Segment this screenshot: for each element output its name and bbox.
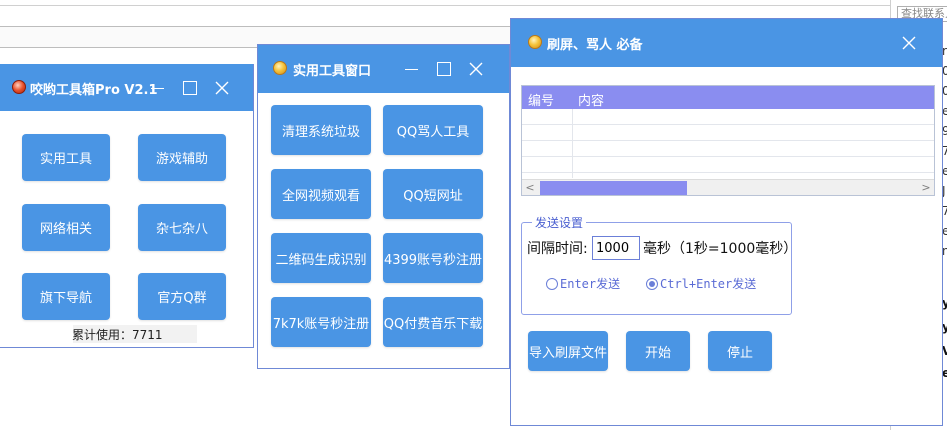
enter-send-label: Enter发送 [560,277,621,291]
qq-curse-tool-button[interactable]: QQ骂人工具 [383,105,483,155]
misc-button[interactable]: 杂七杂八 [138,204,226,251]
usage-label: 累计使用： [72,328,133,342]
close-icon [215,81,229,95]
radio-checked-icon [646,278,658,290]
game-assist-button[interactable]: 游戏辅助 [138,134,226,181]
usage-counter: 累计使用：7711 [72,326,163,343]
table-header: 编号 内容 [522,86,934,109]
window-title: 咬哟工具箱Pro V2.1 [30,83,158,98]
tools-window-titlebar[interactable]: 实用工具窗口 [258,45,509,93]
horizontal-scrollbar[interactable]: < > [522,179,934,195]
stop-button[interactable]: 停止 [708,331,772,371]
scroll-left-icon[interactable]: < [522,180,538,195]
table-row[interactable] [522,141,934,157]
video-watch-button[interactable]: 全网视频观看 [271,169,371,219]
close-button[interactable] [210,76,234,100]
start-button[interactable]: 开始 [626,331,690,371]
official-qq-group-button[interactable]: 官方Q群 [138,273,226,320]
table-row[interactable] [522,125,934,141]
window-title: 实用工具窗口 [293,64,372,79]
tools-window: 实用工具窗口 清理系统垃圾 QQ骂人工具 全网视频观看 QQ短网址 二维码生成识… [257,44,510,369]
table-row[interactable] [522,157,934,173]
navigation-button[interactable]: 旗下导航 [22,273,110,320]
send-settings-group: 发送设置 间隔时间: 毫秒（1秒=1000毫秒） Enter发送 Ctrl+En… [521,214,797,315]
close-button[interactable] [897,31,921,55]
close-icon [902,36,916,50]
ctrl-enter-send-label: Ctrl+Enter发送 [660,277,757,291]
column-divider [572,109,573,178]
main-window-titlebar[interactable]: 咬哟工具箱Pro V2.1 [0,64,253,111]
maximize-button[interactable] [432,57,456,81]
interval-unit: 毫秒（1秒=1000毫秒） [643,241,798,257]
practical-tools-button[interactable]: 实用工具 [22,134,110,181]
spam-window-titlebar[interactable]: 刷屏、骂人 必备 [511,19,942,67]
network-button[interactable]: 网络相关 [22,204,110,251]
enter-send-radio[interactable]: Enter发送 [546,275,620,292]
scroll-right-icon[interactable]: > [918,180,934,195]
column-header-number[interactable]: 编号 [528,90,554,109]
minimize-button[interactable] [146,76,170,100]
qrcode-button[interactable]: 二维码生成识别 [271,233,371,283]
7k7k-register-button[interactable]: 7k7k账号秒注册 [271,297,371,347]
qq-short-url-button[interactable]: QQ短网址 [383,169,483,219]
clean-junk-button[interactable]: 清理系统垃圾 [271,105,371,155]
usage-count: 7711 [132,328,163,342]
close-button[interactable] [464,57,488,81]
minimize-button[interactable] [400,57,424,81]
spam-window: 刷屏、骂人 必备 编号 内容 < > 发送设置 间隔时间: 毫秒（1秒=1000… [510,18,943,426]
app-logo-icon [12,80,26,94]
background-top-line [0,0,890,6]
content-table[interactable]: 编号 内容 < > [521,85,935,196]
4399-register-button[interactable]: 4399账号秒注册 [383,233,483,283]
send-settings-legend: 发送设置 [532,214,587,231]
close-icon [469,62,483,76]
interval-input[interactable] [592,236,640,260]
app-logo-icon [273,61,287,75]
ctrl-enter-send-radio[interactable]: Ctrl+Enter发送 [646,275,756,292]
import-file-button[interactable]: 导入刷屏文件 [528,331,608,371]
table-row[interactable] [522,109,934,125]
scrollbar-thumb[interactable] [540,181,687,195]
interval-label: 间隔时间: [527,241,588,257]
main-window: 咬哟工具箱Pro V2.1 实用工具 游戏辅助 网络相关 杂七杂八 旗下导航 官… [0,64,254,348]
column-header-content[interactable]: 内容 [578,90,604,109]
qq-music-download-button[interactable]: QQ付费音乐下载 [383,297,483,347]
app-logo-icon [528,35,542,49]
maximize-button[interactable] [178,76,202,100]
window-title: 刷屏、骂人 必备 [547,38,643,53]
radio-unchecked-icon [546,278,558,290]
